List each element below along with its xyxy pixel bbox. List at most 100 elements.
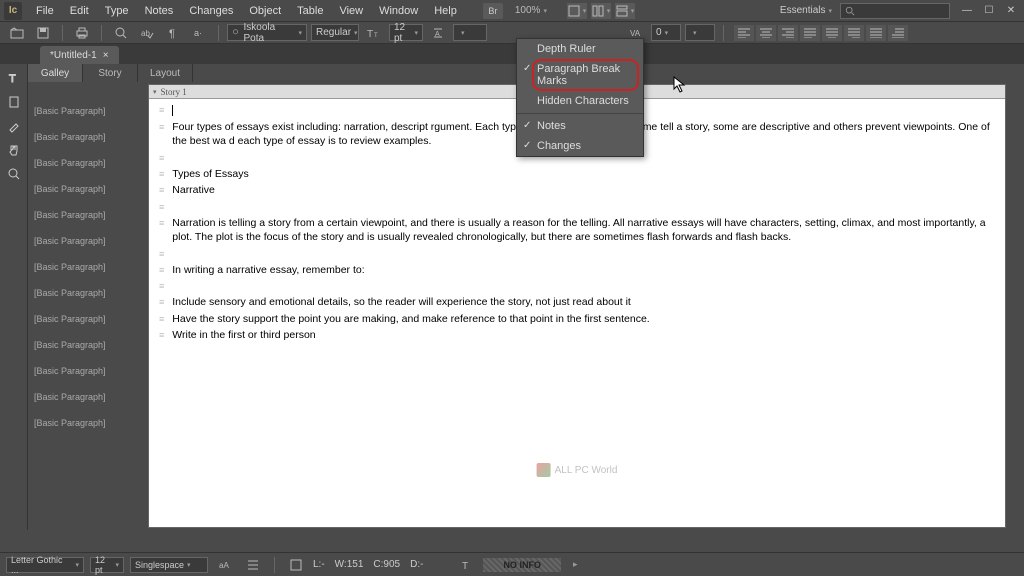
search-input[interactable] [840, 3, 950, 19]
menu-item-hidden-characters[interactable]: Hidden Characters [517, 91, 643, 111]
eyedropper-tool-icon[interactable] [4, 116, 24, 136]
menu-object[interactable]: Object [241, 5, 289, 17]
pilcrow-icon: ≡ [159, 121, 164, 149]
svg-text:T: T [462, 561, 468, 572]
justify-left-icon[interactable] [800, 25, 820, 41]
status-size-field[interactable]: 12 pt [90, 557, 124, 573]
leading-icon: A [427, 24, 449, 42]
screen-mode-icon[interactable] [567, 3, 587, 19]
menu-item-changes[interactable]: Changes [517, 136, 643, 156]
zoom-level[interactable]: 100% [507, 5, 555, 16]
menu-file[interactable]: File [28, 5, 62, 17]
paragraph-style-item[interactable]: [Basic Paragraph] [32, 180, 144, 206]
font-family-field[interactable]: Iskoola Pota [227, 24, 307, 41]
paragraph-style-item[interactable]: [Basic Paragraph] [32, 388, 144, 414]
editor-line[interactable]: ≡Include sensory and emotional details, … [159, 295, 995, 310]
paragraph-style-item[interactable]: [Basic Paragraph] [32, 102, 144, 128]
editor-line[interactable]: ≡ [159, 279, 995, 293]
find-icon[interactable] [110, 24, 132, 42]
align-left-icon[interactable] [734, 25, 754, 41]
bridge-button[interactable]: Br [483, 3, 503, 19]
menu-item-paragraph-break-marks[interactable]: Paragraph Break Marks [517, 59, 643, 91]
tab-layout[interactable]: Layout [138, 64, 193, 82]
open-icon[interactable] [6, 24, 28, 42]
arrange-icon[interactable] [591, 3, 611, 19]
menu-edit[interactable]: Edit [62, 5, 97, 17]
editor-line[interactable]: ≡Types of Essays [159, 167, 995, 182]
paragraph-style-item[interactable]: [Basic Paragraph] [32, 128, 144, 154]
document-tab[interactable]: *Untitled-1 × [40, 46, 119, 64]
editor-line[interactable]: ≡Have the story support the point you ar… [159, 312, 995, 327]
pilcrow-icon: ≡ [159, 152, 164, 165]
kerning-field[interactable] [685, 24, 715, 41]
paragraph-style-item[interactable]: [Basic Paragraph] [32, 154, 144, 180]
paragraph-style-item[interactable]: [Basic Paragraph] [32, 206, 144, 232]
align-right-icon[interactable] [778, 25, 798, 41]
status-fit-icon[interactable]: T [455, 556, 477, 574]
status-aa-icon[interactable]: aA [214, 556, 236, 574]
status-width: W:151 [335, 559, 364, 570]
editor-line[interactable]: ≡Narration is telling a story from a cer… [159, 216, 995, 245]
print-icon[interactable] [71, 24, 93, 42]
font-size-field[interactable]: 12 pt [389, 24, 423, 41]
close-icon[interactable]: × [103, 50, 109, 61]
type-tool-icon[interactable]: T [4, 68, 24, 88]
paragraph-style-item[interactable]: [Basic Paragraph] [32, 284, 144, 310]
note-tool-icon[interactable] [4, 92, 24, 112]
chevron-right-icon[interactable]: ▸ [573, 559, 578, 570]
window-minimize[interactable]: — [958, 4, 976, 18]
spellcheck-icon[interactable]: ab [136, 24, 158, 42]
align-center-icon[interactable] [756, 25, 776, 41]
pilcrow-icon: ≡ [159, 201, 164, 214]
editor-line[interactable]: ≡ [159, 200, 995, 214]
workspace-switcher[interactable]: Essentials [772, 5, 840, 16]
paragraph-style-item[interactable]: [Basic Paragraph] [32, 310, 144, 336]
tab-story[interactable]: Story [83, 64, 138, 82]
editor-text: Narration is telling a story from a cert… [172, 216, 995, 245]
font-style-field[interactable]: Regular [311, 24, 359, 41]
watermark-icon [537, 463, 551, 477]
tab-galley[interactable]: Galley [28, 64, 83, 82]
paragraph-style-item[interactable]: [Basic Paragraph] [32, 232, 144, 258]
menu-notes[interactable]: Notes [137, 5, 182, 17]
save-icon[interactable] [32, 24, 54, 42]
indent-icon[interactable] [888, 25, 908, 41]
paragraph-style-item[interactable]: [Basic Paragraph] [32, 362, 144, 388]
leading-field[interactable] [453, 24, 487, 41]
status-info-icon[interactable] [285, 556, 307, 574]
svg-text:a·: a· [194, 28, 202, 38]
pilcrow-icon: ≡ [159, 264, 164, 278]
menu-item-notes[interactable]: Notes [517, 116, 643, 136]
menu-window[interactable]: Window [371, 5, 426, 17]
paragraph-style-item[interactable]: [Basic Paragraph] [32, 258, 144, 284]
menu-item-depth-ruler[interactable]: Depth Ruler [517, 39, 643, 59]
menu-view[interactable]: View [331, 5, 371, 17]
zoom-tool-icon[interactable] [4, 164, 24, 184]
justify-all-icon[interactable] [866, 25, 886, 41]
paragraph-style-item[interactable]: [Basic Paragraph] [32, 414, 144, 440]
pilcrow-icon[interactable]: ¶ [162, 24, 184, 42]
editor-line[interactable]: ≡Narrative [159, 183, 995, 198]
justify-right-icon[interactable] [844, 25, 864, 41]
menu-changes[interactable]: Changes [181, 5, 241, 17]
paragraph-style-item[interactable]: [Basic Paragraph] [32, 336, 144, 362]
hand-tool-icon[interactable] [4, 140, 24, 160]
editor-line[interactable]: ≡ [159, 247, 995, 261]
status-font-field[interactable]: Letter Gothic ... [6, 557, 84, 573]
editor-line[interactable]: ≡In writing a narrative essay, remember … [159, 263, 995, 278]
menu-type[interactable]: Type [97, 5, 137, 17]
editor-line[interactable]: ≡Write in the first or third person [159, 328, 995, 343]
menu-table[interactable]: Table [289, 5, 331, 17]
characters-icon[interactable]: a· [188, 24, 210, 42]
editor-text: Types of Essays [172, 167, 995, 182]
app-icon: Ic [4, 2, 22, 20]
window-maximize[interactable]: ☐ [980, 4, 998, 18]
status-abc-icon[interactable] [242, 556, 264, 574]
justify-center-icon[interactable] [822, 25, 842, 41]
status-spacing-field[interactable]: Singlespace [130, 557, 208, 573]
view-options-icon[interactable] [615, 3, 635, 19]
window-close[interactable]: ✕ [1002, 4, 1020, 18]
menu-help[interactable]: Help [426, 5, 465, 17]
svg-text:VA: VA [630, 29, 641, 38]
tracking-field[interactable]: 0 [651, 24, 681, 41]
